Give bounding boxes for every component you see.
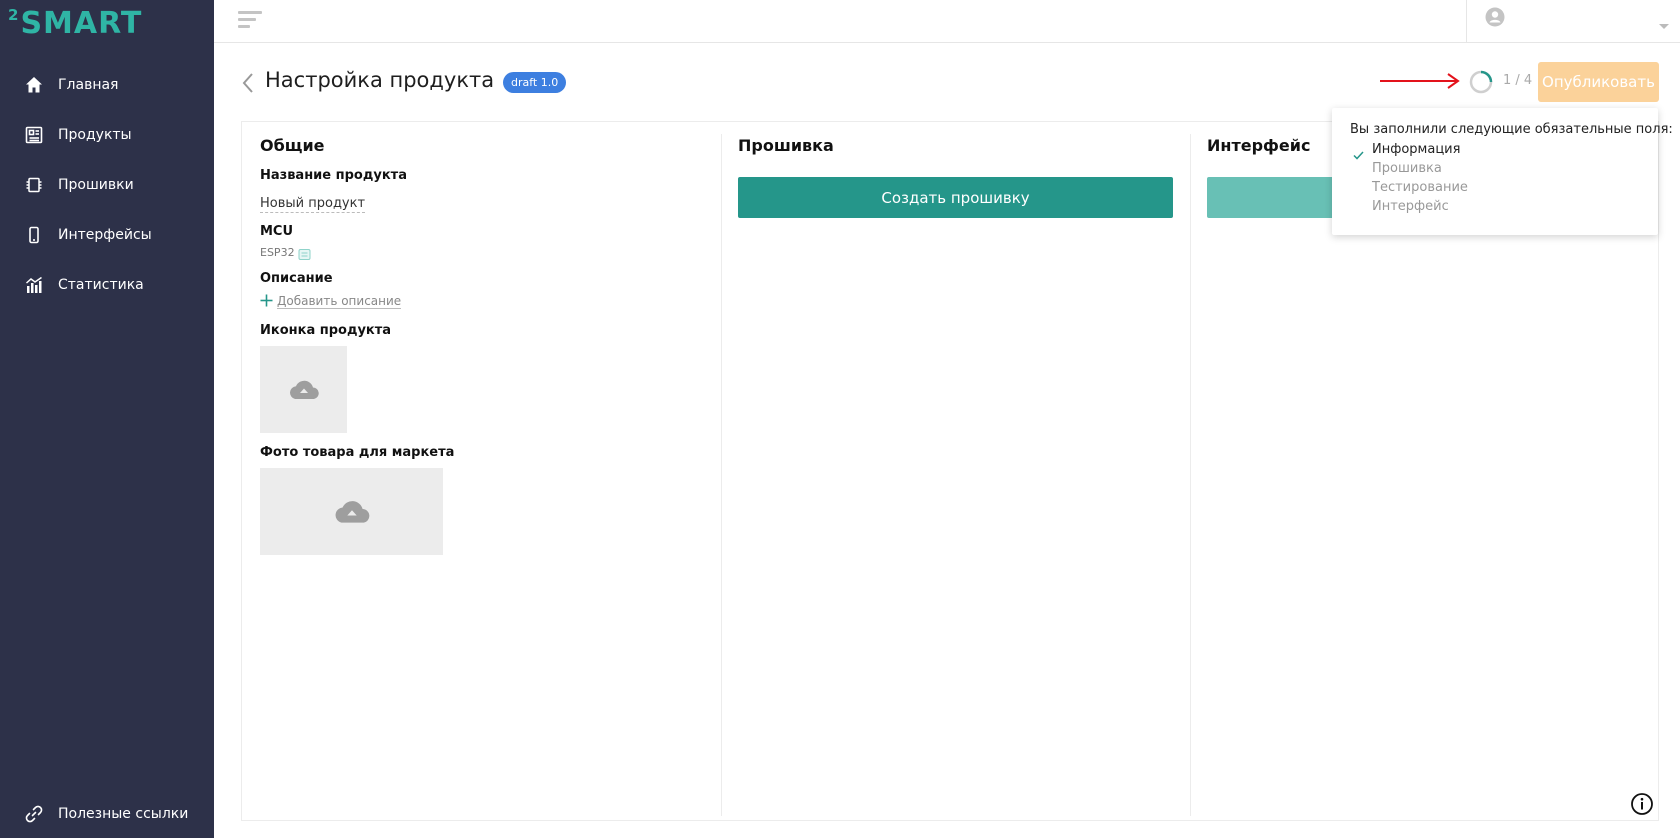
products-icon — [24, 125, 44, 145]
column-divider — [721, 134, 722, 816]
check-icon — [1353, 145, 1364, 164]
plus-icon — [260, 292, 273, 311]
user-menu[interactable] — [1466, 0, 1680, 43]
sidebar-item-useful-links[interactable]: Полезные ссылки — [0, 790, 214, 838]
sidebar-nav: Главная Продукты Прошивки Интерфейсы Ста… — [0, 60, 214, 310]
sidebar: 2SMART Главная Продукты Прошивки Интерфе… — [0, 0, 214, 838]
tooltip-item-testing: Тестирование — [1372, 180, 1468, 195]
required-fields-tooltip: Вы заполнили следующие обязательные поля… — [1332, 108, 1673, 235]
back-icon[interactable] — [241, 72, 255, 98]
tooltip-item-interface: Интерфейс — [1372, 199, 1449, 214]
home-icon — [24, 75, 44, 95]
sidebar-bottom: Полезные ссылки — [0, 790, 214, 838]
interface-section-title: Интерфейс — [1207, 136, 1311, 155]
page-title: Настройка продукта — [265, 68, 495, 92]
logo[interactable]: 2SMART — [8, 6, 142, 41]
market-photo-upload[interactable] — [260, 468, 443, 555]
annotation-arrow — [1378, 70, 1466, 96]
progress-ring-icon[interactable] — [1469, 70, 1493, 98]
mcu-info-icon[interactable] — [298, 246, 311, 265]
statistics-icon — [24, 275, 44, 295]
chevron-down-icon — [1658, 16, 1670, 35]
product-icon-label: Иконка продукта — [260, 323, 392, 338]
sidebar-item-statistics[interactable]: Статистика — [0, 260, 214, 310]
tooltip-heading: Вы заполнили следующие обязательные поля… — [1350, 122, 1673, 137]
cloud-upload-icon — [335, 500, 369, 523]
sidebar-item-label: Прошивки — [58, 177, 134, 193]
sidebar-item-label: Главная — [58, 77, 119, 93]
firmware-chip-icon — [24, 175, 44, 195]
sidebar-item-label: Продукты — [58, 127, 132, 143]
sidebar-item-label: Статистика — [58, 277, 144, 293]
market-photo-label: Фото товара для маркета — [260, 445, 455, 460]
mcu-value: ESP32 — [260, 246, 295, 259]
status-badge: draft 1.0 — [503, 72, 567, 93]
publish-button[interactable]: Опубликовать — [1538, 62, 1659, 102]
phone-icon — [24, 225, 44, 245]
link-icon — [24, 804, 44, 824]
mcu-label: MCU — [260, 224, 294, 239]
info-icon[interactable] — [1630, 792, 1654, 820]
progress-counter: 1 / 4 — [1503, 73, 1533, 88]
firmware-section-title: Прошивка — [738, 136, 834, 155]
sidebar-item-interfaces[interactable]: Интерфейсы — [0, 210, 214, 260]
product-icon-upload[interactable] — [260, 346, 347, 433]
menu-toggle-icon[interactable] — [238, 11, 264, 31]
add-description-link[interactable]: Добавить описание — [260, 292, 402, 311]
tooltip-item-information: Информация — [1372, 142, 1461, 157]
product-name-field[interactable]: Новый продукт — [260, 196, 366, 213]
sidebar-item-label: Полезные ссылки — [58, 806, 189, 822]
sidebar-item-label: Интерфейсы — [58, 227, 152, 243]
description-label: Описание — [260, 271, 333, 286]
sidebar-item-home[interactable]: Главная — [0, 60, 214, 110]
sidebar-item-firmware[interactable]: Прошивки — [0, 160, 214, 210]
column-divider — [1190, 134, 1191, 816]
tooltip-item-firmware: Прошивка — [1372, 161, 1442, 176]
sidebar-item-products[interactable]: Продукты — [0, 110, 214, 160]
cloud-upload-icon — [289, 380, 319, 399]
user-avatar-icon — [1485, 7, 1505, 31]
product-name-label: Название продукта — [260, 168, 407, 183]
create-firmware-button[interactable]: Создать прошивку — [738, 177, 1173, 218]
general-section-title: Общие — [260, 136, 325, 155]
top-bar — [214, 0, 1680, 43]
